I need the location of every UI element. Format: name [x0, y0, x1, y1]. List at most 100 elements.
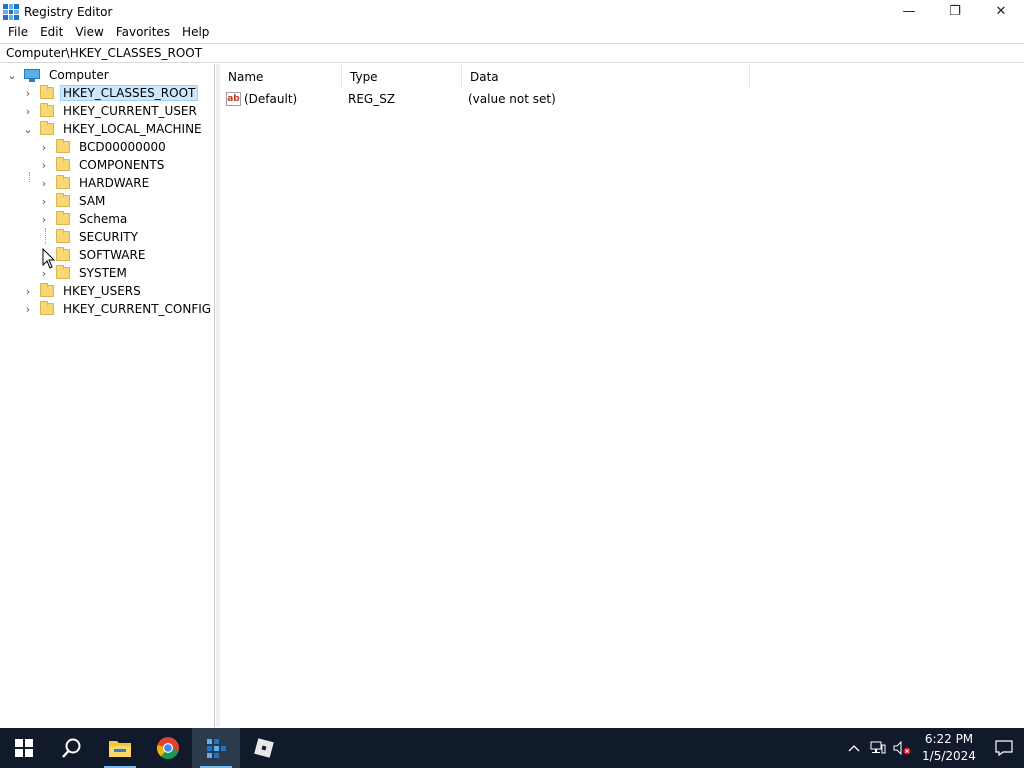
tree-item-hkey-current-config[interactable]: › HKEY_CURRENT_CONFIG: [22, 300, 214, 318]
volume-muted-icon[interactable]: [890, 728, 914, 768]
folder-icon: [56, 211, 70, 225]
menu-file[interactable]: File: [2, 23, 34, 42]
tree-item-hkey-classes-root[interactable]: › HKEY_CLASSES_ROOT: [22, 84, 199, 102]
key-tree-pane[interactable]: ⌄ Computer › HKEY_CLASSES_ROOT › HKEY_CU…: [0, 64, 215, 727]
value-name-cell: ab (Default): [220, 92, 342, 106]
taskbar: 6:22 PM 1/5/2024: [0, 728, 1024, 768]
network-icon[interactable]: [866, 728, 890, 768]
value-type: REG_SZ: [348, 92, 396, 106]
value-data: (value not set): [468, 92, 556, 106]
chevron-down-icon[interactable]: ⌄: [6, 66, 18, 84]
tree-item-components[interactable]: › COMPONENTS: [38, 156, 167, 174]
tree-item-hkey-users[interactable]: › HKEY_USERS: [22, 282, 144, 300]
column-header-data[interactable]: Data: [462, 64, 750, 88]
values-list-pane[interactable]: Name Type Data ab (Default) REG_SZ (valu…: [220, 64, 1024, 727]
tree-item-sam[interactable]: › SAM: [38, 192, 108, 210]
roblox-icon: [254, 738, 274, 758]
folder-icon: [56, 229, 70, 243]
chevron-right-icon[interactable]: ›: [38, 192, 50, 210]
menu-view[interactable]: View: [69, 23, 109, 42]
tree-item-label: Computer: [49, 68, 109, 82]
start-button[interactable]: [0, 728, 48, 768]
folder-icon: [40, 121, 54, 135]
chevron-right-icon[interactable]: ›: [38, 210, 50, 228]
tree-item-label: HKEY_CURRENT_USER: [63, 104, 197, 118]
menu-edit[interactable]: Edit: [34, 23, 69, 42]
menu-bar: File Edit View Favorites Help: [0, 23, 215, 42]
tree-item-bcd00000000[interactable]: › BCD00000000: [38, 138, 169, 156]
column-header-type[interactable]: Type: [342, 64, 462, 88]
string-value-icon: ab: [226, 92, 241, 106]
chevron-right-icon[interactable]: ›: [22, 282, 34, 300]
tree-item-security[interactable]: SECURITY: [38, 228, 141, 246]
tree-item-label: HKEY_USERS: [63, 284, 141, 298]
tree-item-label: SAM: [79, 194, 106, 208]
tree-item-label: SECURITY: [79, 230, 138, 244]
tree-item-schema[interactable]: › Schema: [38, 210, 130, 228]
value-name: (Default): [244, 92, 298, 106]
file-explorer-button[interactable]: [96, 728, 144, 768]
address-bar[interactable]: Computer\HKEY_CLASSES_ROOT: [0, 43, 1024, 63]
minimize-button[interactable]: —: [886, 0, 932, 22]
chevron-right-icon[interactable]: ›: [38, 156, 50, 174]
start-icon: [15, 739, 33, 757]
maximize-button[interactable]: ❐: [932, 0, 978, 22]
tree-item-label: BCD00000000: [79, 140, 166, 154]
chevron-right-icon[interactable]: ›: [22, 300, 34, 318]
search-icon: [62, 738, 81, 758]
tree-item-hkey-current-user[interactable]: › HKEY_CURRENT_USER: [22, 102, 200, 120]
chevron-right-icon[interactable]: ›: [38, 138, 50, 156]
tree-item-computer[interactable]: ⌄ Computer: [6, 66, 112, 84]
folder-icon: [40, 301, 54, 315]
registry-editor-icon: [3, 4, 19, 20]
notification-icon: [995, 740, 1013, 756]
chevron-right-icon[interactable]: ›: [38, 174, 50, 192]
list-header: Name Type Data: [220, 64, 750, 88]
column-header-name[interactable]: Name: [220, 64, 342, 88]
notification-center-button[interactable]: [984, 728, 1024, 768]
file-explorer-icon: [109, 741, 131, 757]
registry-editor-taskbar-button[interactable]: [192, 728, 240, 768]
window-controls: — ❐ ✕: [886, 0, 1024, 22]
close-button[interactable]: ✕: [978, 0, 1024, 22]
tree-item-label: HKEY_LOCAL_MACHINE: [63, 122, 202, 136]
tree-item-label: HARDWARE: [79, 176, 150, 190]
tree-item-label: Schema: [79, 212, 128, 226]
search-button[interactable]: [48, 728, 96, 768]
window-title: Registry Editor: [24, 5, 113, 19]
tree-item-hardware[interactable]: › HARDWARE: [38, 174, 152, 192]
title-bar: Registry Editor — ❐ ✕: [0, 0, 1024, 24]
system-tray: 6:22 PM 1/5/2024: [842, 728, 1024, 768]
clock-time: 6:22 PM: [924, 732, 974, 746]
tree-item-label: SYSTEM: [79, 266, 127, 280]
chevron-down-icon[interactable]: ⌄: [22, 120, 34, 138]
mouse-pointer-icon: [42, 248, 56, 269]
roblox-button[interactable]: [240, 728, 288, 768]
list-item[interactable]: ab (Default) REG_SZ (value not set): [220, 90, 750, 108]
folder-icon: [56, 265, 70, 279]
clock[interactable]: 6:22 PM 1/5/2024: [914, 731, 984, 765]
registry-editor-icon: [207, 739, 226, 758]
folder-icon: [56, 247, 70, 261]
folder-icon: [40, 103, 54, 117]
chevron-right-icon[interactable]: ›: [22, 84, 34, 102]
tree-item-label: SOFTWARE: [79, 248, 146, 262]
menu-favorites[interactable]: Favorites: [110, 23, 176, 42]
chevron-up-icon[interactable]: [842, 728, 866, 768]
chrome-icon: [157, 737, 179, 759]
folder-icon: [56, 175, 70, 189]
chrome-button[interactable]: [144, 728, 192, 768]
tree-item-label: HKEY_CURRENT_CONFIG: [63, 302, 212, 316]
menu-help[interactable]: Help: [176, 23, 215, 42]
computer-icon: [24, 68, 40, 82]
chevron-right-icon[interactable]: ›: [22, 102, 34, 120]
folder-icon: [40, 283, 54, 297]
tree-item-label: HKEY_CLASSES_ROOT: [60, 85, 199, 101]
folder-icon: [40, 85, 54, 99]
folder-icon: [56, 139, 70, 153]
clock-date: 1/5/2024: [922, 749, 976, 763]
folder-icon: [56, 193, 70, 207]
tree-item-hkey-local-machine[interactable]: ⌄ HKEY_LOCAL_MACHINE: [22, 120, 205, 138]
folder-icon: [56, 157, 70, 171]
tree-item-label: COMPONENTS: [79, 158, 165, 172]
